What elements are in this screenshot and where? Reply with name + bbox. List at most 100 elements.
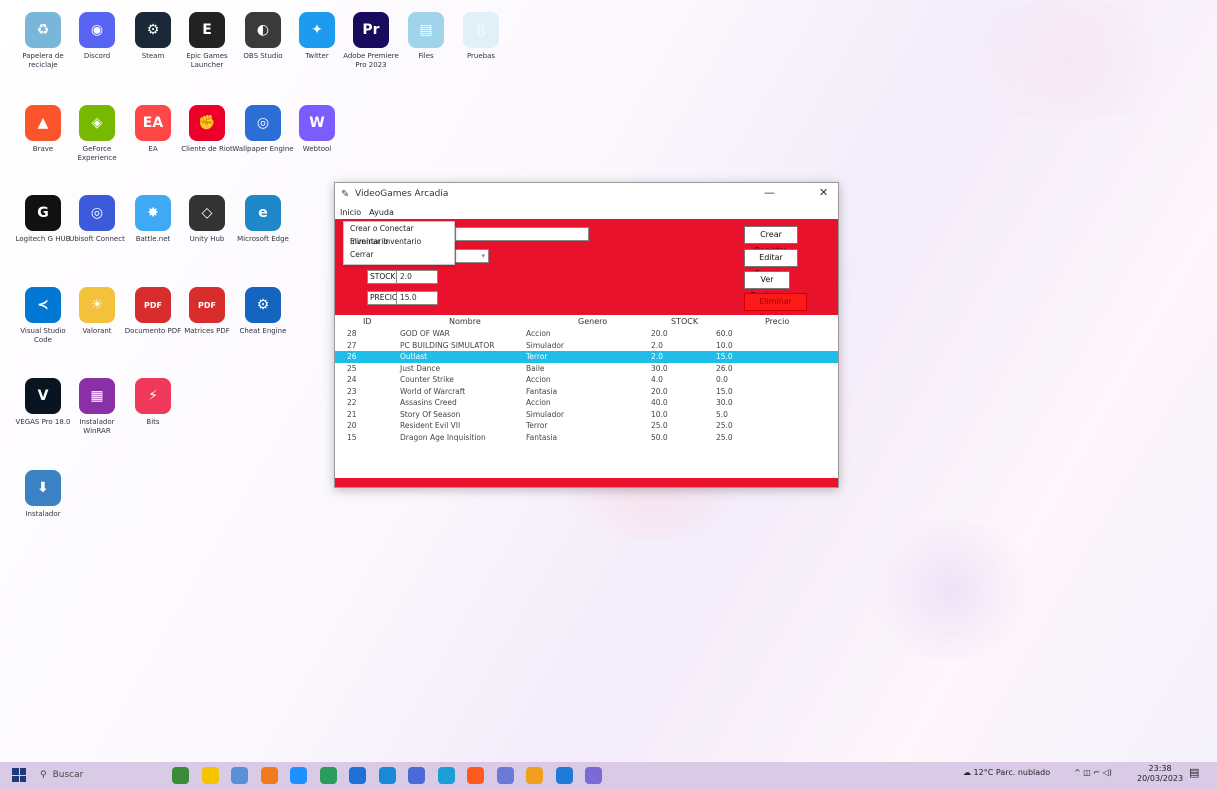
table-header: ID Nombre Genero STOCK Precio [335,315,838,328]
table-row[interactable]: 15 Dragon Age Inquisition Fantasia 50.0 25.0 [335,432,838,444]
table-row[interactable]: 28 GOD OF WAR Accion 20.0 60.0 [335,328,838,340]
menu-item-cerrar[interactable]: Cerrar [344,248,454,261]
table-row[interactable]: 22 Assasins Creed Accion 40.0 30.0 [335,397,838,409]
col-genero[interactable]: Genero [578,317,607,326]
icon-geforce[interactable]: ◈ GeForce Experience [66,105,128,163]
desktop-icon-label: Instalador [25,510,61,518]
taskbar-app-icon[interactable] [555,767,573,784]
precio-input[interactable]: 15.0 [396,291,438,305]
nombre-input[interactable] [455,227,589,241]
cell-id: 21 [347,409,357,419]
menu-inicio[interactable]: Inicio [340,208,361,217]
cell-genero: Simulador [526,340,565,350]
icon-papelera[interactable]: ♻ Papelera de reciclaje [12,12,74,70]
icon-epic[interactable]: E Epic Games Launcher [176,12,238,70]
clock[interactable]: 23:38 20/03/2023 [1137,764,1183,784]
icon-pdf-1[interactable]: PDF Documento PDF [122,287,184,336]
icon-webtool[interactable]: W Webtool [286,105,348,154]
icon-obs[interactable]: ◐ OBS Studio [232,12,294,61]
ver-registro-button[interactable]: Ver Registro [744,271,790,300]
menu-ayuda[interactable]: Ayuda [369,208,394,217]
weather-widget[interactable]: ☁ 12°C Parc. nublado [963,768,1050,777]
taskbar-search[interactable]: ⚲ Buscar [40,766,83,784]
taskbar-app-icon[interactable] [437,767,455,784]
icon-vegas[interactable]: V VEGAS Pro 18.0 [12,378,74,427]
table-row[interactable]: 27 PC BUILDING SIMULATOR Simulador 2.0 10.0 [335,340,838,352]
icon-wallpaper[interactable]: ◎ Wallpaper Engine [232,105,294,154]
eliminar-registro-button[interactable]: Eliminar Registro [744,293,807,322]
tray-icons[interactable]: ^ ◫ ⌐ ◁) [1074,768,1112,777]
col-precio[interactable]: Precio [765,317,789,326]
icon-premiere[interactable]: Pr Adobe Premiere Pro 2023 [340,12,402,70]
col-nombre[interactable]: Nombre [449,317,481,326]
table-row[interactable]: 25 Just Dance Baile 30.0 26.0 [335,363,838,375]
taskbar-app-icon[interactable] [408,767,425,784]
icon-bluestacks[interactable]: ⚡ Bits [122,378,184,427]
taskbar-app-icon[interactable] [349,767,366,784]
close-icon[interactable]: ✕ [819,186,828,199]
taskbar-app-icon[interactable] [526,767,543,784]
taskbar-app-icon[interactable] [201,767,219,784]
taskbar-app-icon[interactable] [172,767,189,784]
window-title: VideoGames Arcadia [355,189,449,199]
icon-unity[interactable]: ◇ Unity Hub [176,195,238,244]
taskbar-app-icon[interactable] [467,767,484,784]
col-id[interactable]: ID [363,317,372,326]
icon-kaizen[interactable]: ☀ Valorant [66,287,128,336]
genero-select[interactable]: ▾ [455,249,489,263]
app-window[interactable]: ✎ VideoGames Arcadia — ✕ Inicio Ayuda ▾ … [334,182,839,488]
menu-item-eliminar-inventario[interactable]: Eliminar Inventario [344,235,454,248]
col-stock[interactable]: STOCK [671,317,698,326]
table-row[interactable]: 24 Counter Strike Accion 4.0 0.0 [335,374,838,386]
desktop-icon-label: Microsoft Edge [237,235,289,243]
icon-epic-icon: E [189,12,225,48]
table-row[interactable]: 26 Outlast Terror 2.0 15.0 [335,351,838,363]
icon-twitter[interactable]: ✦ Twitter [286,12,348,61]
cell-nombre: Dragon Age Inquisition [400,432,486,442]
taskbar-app-icon[interactable] [585,767,602,784]
cell-genero: Fantasia [526,386,558,396]
icon-riot[interactable]: ✊ Cliente de Riot [176,105,238,154]
icon-edge-icon: e [245,195,281,231]
icon-geforce-icon: ◈ [79,105,115,141]
cell-nombre: Story Of Season [400,409,461,419]
table-row[interactable]: 23 World of Warcraft Fantasia 20.0 15.0 [335,386,838,398]
icon-ubisoft[interactable]: ◎ Ubisoft Connect [66,195,128,244]
icon-cheat[interactable]: ⚙ Cheat Engine [232,287,294,336]
icon-edge[interactable]: e Microsoft Edge [232,195,294,244]
taskbar-app-icon[interactable] [290,767,307,784]
notification-icon[interactable]: ▤ [1189,766,1199,779]
icon-file-1[interactable]: ▤ Files [395,12,457,61]
cell-genero: Terror [526,421,548,430]
icon-vscode[interactable]: ≺ Visual Studio Code [12,287,74,345]
icon-rainbow[interactable]: ✸ Battle.net [122,195,184,244]
icon-brave[interactable]: ▲ Brave [12,105,74,154]
icon-discord[interactable]: ◉ Discord [66,12,128,61]
cell-id: 27 [347,340,357,350]
windows-start-icon[interactable] [12,768,26,782]
taskbar-app-icon[interactable] [496,767,514,784]
editar-registro-button[interactable]: Editar Registro [744,249,798,278]
icon-file-2[interactable]: ▯ Pruebas [450,12,512,61]
cell-nombre: Assasins Creed [400,398,457,407]
minimize-icon[interactable]: — [764,186,775,199]
window-titlebar[interactable]: ✎ VideoGames Arcadia [335,183,838,205]
icon-ghub[interactable]: G Logitech G HUB [12,195,74,244]
taskbar-app-icon[interactable] [319,767,337,784]
icon-installer[interactable]: ⬇ Instalador [12,470,74,519]
table-row[interactable]: 20 Resident Evil VII Terror 25.0 25.0 [335,420,838,432]
crear-registro-button[interactable]: Crear Registro [744,226,798,255]
taskbar-app-icon[interactable] [378,767,396,784]
icon-pdf-2[interactable]: PDF Matrices PDF [176,287,238,336]
table-row[interactable]: 21 Story Of Season Simulador 10.0 5.0 [335,409,838,421]
icon-steam[interactable]: ⚙ Steam [122,12,184,61]
icon-ea[interactable]: EA EA [122,105,184,154]
stock-input[interactable]: 2.0 [396,270,438,284]
taskbar-app-icon[interactable] [231,767,248,784]
icon-winrar[interactable]: ▦ Instalador WinRAR [66,378,128,436]
taskbar-app-icon[interactable] [260,767,278,784]
desktop-icon-label: Cheat Engine [239,327,287,335]
cell-genero: Accion [526,375,551,384]
menu-item-crear-inventario[interactable]: Crear o Conectar Inventario [344,222,454,246]
desktop-icon-label: Matrices PDF [184,327,230,335]
